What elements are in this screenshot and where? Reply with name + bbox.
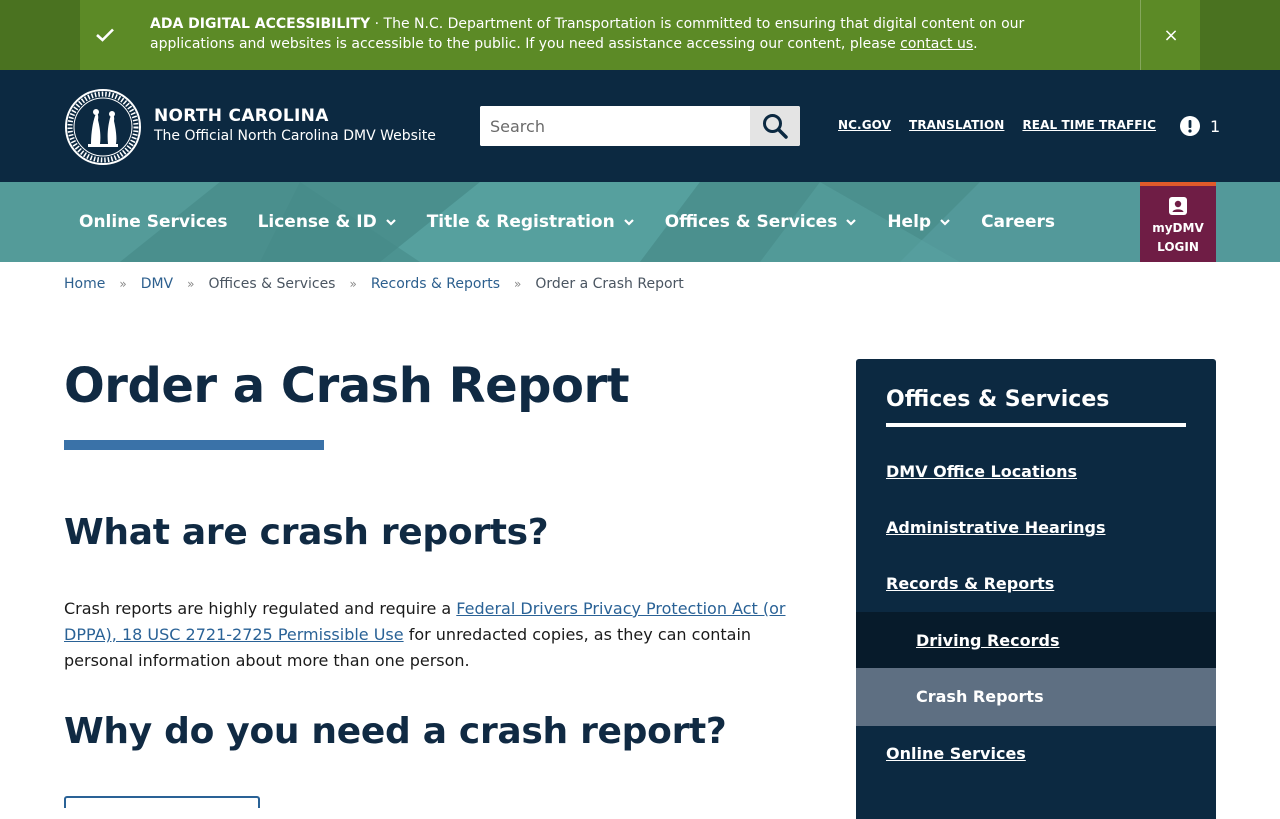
page-title: Order a Crash Report bbox=[64, 358, 630, 414]
nav-label[interactable]: Offices & Services bbox=[665, 212, 838, 232]
accessibility-alert: ADA DIGITAL ACCESSIBILITY · The N.C. Dep… bbox=[0, 0, 1280, 70]
sidebar-item-dmv-office-locations[interactable]: DMV Office Locations bbox=[886, 462, 1077, 481]
brand-subtitle[interactable]: The Official North Carolina DMV Website bbox=[154, 128, 436, 144]
search-icon[interactable] bbox=[762, 113, 788, 139]
utility-links: NC.GOV TRANSLATION REAL TIME TRAFFIC bbox=[838, 118, 1156, 132]
nav-title-registration[interactable]: Title & Registration bbox=[412, 182, 650, 262]
chevron-down-icon[interactable] bbox=[845, 216, 857, 228]
breadcrumb-separator: » bbox=[187, 277, 195, 291]
nav-offices-services[interactable]: Offices & Services bbox=[650, 182, 873, 262]
user-badge-icon[interactable] bbox=[1168, 196, 1188, 216]
section-heading-what: What are crash reports? bbox=[64, 512, 549, 553]
chevron-down-icon[interactable] bbox=[385, 216, 397, 228]
breadcrumb-offices-services[interactable]: Offices & Services bbox=[208, 276, 335, 292]
search-input[interactable] bbox=[480, 106, 750, 146]
nc-gov-link[interactable]: NC.GOV bbox=[838, 118, 891, 132]
alert-title: ADA DIGITAL ACCESSIBILITY bbox=[150, 16, 371, 32]
sidebar-item-records-reports[interactable]: Records & Reports bbox=[886, 574, 1054, 593]
section-sidebar: Offices & Services DMV Office Locations … bbox=[856, 359, 1216, 819]
nav-careers[interactable]: Careers bbox=[966, 182, 1070, 262]
nav-license-id[interactable]: License & ID bbox=[243, 182, 412, 262]
sidebar-subitem-label[interactable]: Driving Records bbox=[916, 631, 1060, 650]
search-button[interactable] bbox=[750, 106, 800, 146]
nav-label[interactable]: Careers bbox=[981, 212, 1055, 232]
title-underline bbox=[64, 440, 324, 450]
site-header: NORTH CAROLINA The Official North Caroli… bbox=[0, 70, 1280, 182]
chevron-down-icon[interactable] bbox=[939, 216, 951, 228]
mydmv-login-button[interactable]: myDMV LOGIN bbox=[1140, 182, 1216, 262]
alert-edge-left bbox=[0, 0, 80, 70]
partially-visible-button[interactable] bbox=[64, 796, 260, 808]
sidebar-title-rule bbox=[886, 423, 1186, 427]
login-label[interactable]: LOGIN bbox=[1157, 238, 1199, 257]
breadcrumb: Home » DMV » Offices & Services » Record… bbox=[64, 276, 684, 292]
real-time-traffic-link[interactable]: REAL TIME TRAFFIC bbox=[1022, 118, 1156, 132]
alert-edge-right bbox=[1200, 0, 1280, 70]
breadcrumb-dmv[interactable]: DMV bbox=[141, 276, 173, 292]
alert-message: ADA DIGITAL ACCESSIBILITY · The N.C. Dep… bbox=[150, 14, 1110, 54]
alert-separator: · bbox=[370, 16, 384, 32]
sidebar-subitem-label[interactable]: Crash Reports bbox=[916, 687, 1044, 706]
sidebar-subitem-driving-records[interactable]: Driving Records bbox=[856, 612, 1216, 668]
translation-link[interactable]: TRANSLATION bbox=[909, 118, 1004, 132]
sidebar-item-online-services[interactable]: Online Services bbox=[886, 744, 1026, 763]
nav-help[interactable]: Help bbox=[872, 182, 966, 262]
brand-name[interactable]: NORTH CAROLINA bbox=[154, 106, 329, 126]
checkmark-icon bbox=[80, 0, 130, 70]
contact-us-link[interactable]: contact us bbox=[900, 36, 973, 52]
alerts-notification-button[interactable]: 1 bbox=[1180, 116, 1220, 136]
nav-label[interactable]: License & ID bbox=[258, 212, 377, 232]
sidebar-item-administrative-hearings[interactable]: Administrative Hearings bbox=[886, 518, 1106, 537]
breadcrumb-separator: » bbox=[514, 277, 522, 291]
para-text: Crash reports are highly regulated and r… bbox=[64, 599, 457, 618]
main-navigation: Online Services License & ID Title & Reg… bbox=[0, 182, 1280, 262]
sidebar-subitem-crash-reports-active[interactable]: Crash Reports bbox=[856, 668, 1216, 726]
breadcrumb-records-reports[interactable]: Records & Reports bbox=[371, 276, 500, 292]
section-heading-why: Why do you need a crash report? bbox=[64, 711, 727, 752]
close-alert-button[interactable]: × bbox=[1140, 0, 1201, 70]
breadcrumb-current: Order a Crash Report bbox=[535, 276, 684, 292]
search-box bbox=[480, 106, 800, 146]
nav-label[interactable]: Help bbox=[887, 212, 931, 232]
mydmv-label[interactable]: myDMV bbox=[1152, 219, 1204, 238]
exclamation-icon[interactable] bbox=[1180, 116, 1200, 136]
nav-label[interactable]: Title & Registration bbox=[427, 212, 615, 232]
close-icon[interactable]: × bbox=[1163, 25, 1178, 46]
sidebar-title: Offices & Services bbox=[886, 387, 1110, 412]
breadcrumb-separator: » bbox=[119, 277, 127, 291]
alert-end: . bbox=[973, 36, 978, 52]
breadcrumb-separator: » bbox=[349, 277, 357, 291]
nav-online-services[interactable]: Online Services bbox=[64, 182, 243, 262]
crash-report-description: Crash reports are highly regulated and r… bbox=[64, 596, 804, 674]
nav-label[interactable]: Online Services bbox=[79, 212, 228, 232]
chevron-down-icon[interactable] bbox=[623, 216, 635, 228]
nc-seal-logo[interactable] bbox=[64, 88, 142, 170]
notification-count: 1 bbox=[1210, 116, 1221, 136]
breadcrumb-home[interactable]: Home bbox=[64, 276, 105, 292]
